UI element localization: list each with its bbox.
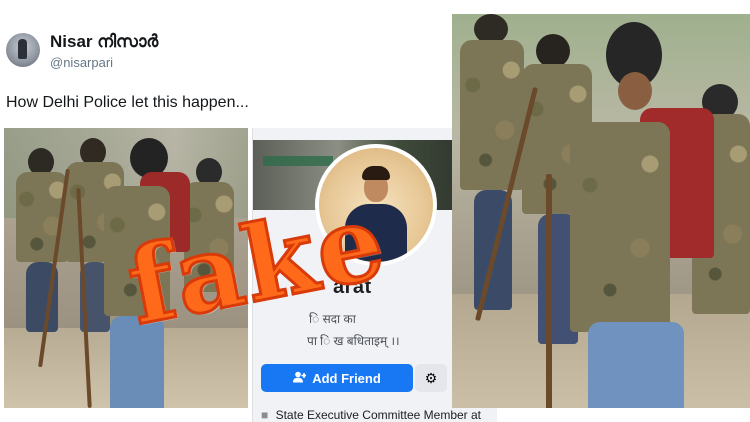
gear-icon: ⚙ — [424, 369, 438, 386]
tweet-user-handle[interactable]: @nisarpari — [50, 55, 113, 70]
avatar[interactable] — [6, 33, 40, 67]
wooden-stick — [546, 174, 552, 408]
add-friend-label: Add Friend — [312, 370, 381, 386]
profile-bio-line: पा ि ख बधिताइम् ।। — [307, 334, 400, 348]
add-person-icon — [293, 371, 307, 386]
briefcase-icon: ■ — [261, 408, 269, 422]
protest-photo-large[interactable] — [452, 14, 750, 408]
screenshot-frame: Nisar നിസാർ @nisarpari How Delhi Police … — [0, 0, 750, 422]
add-friend-button[interactable]: Add Friend — [261, 364, 413, 392]
tweet-text: How Delhi Police let this happen... — [6, 94, 249, 111]
settings-button[interactable]: ⚙ — [415, 364, 447, 392]
tweet-user-name[interactable]: Nisar നിസാർ — [50, 32, 158, 52]
profile-intro-item: ■ State Executive Committee Member at — [261, 408, 481, 422]
profile-intro-text: State Executive Committee Member at — [275, 408, 482, 422]
